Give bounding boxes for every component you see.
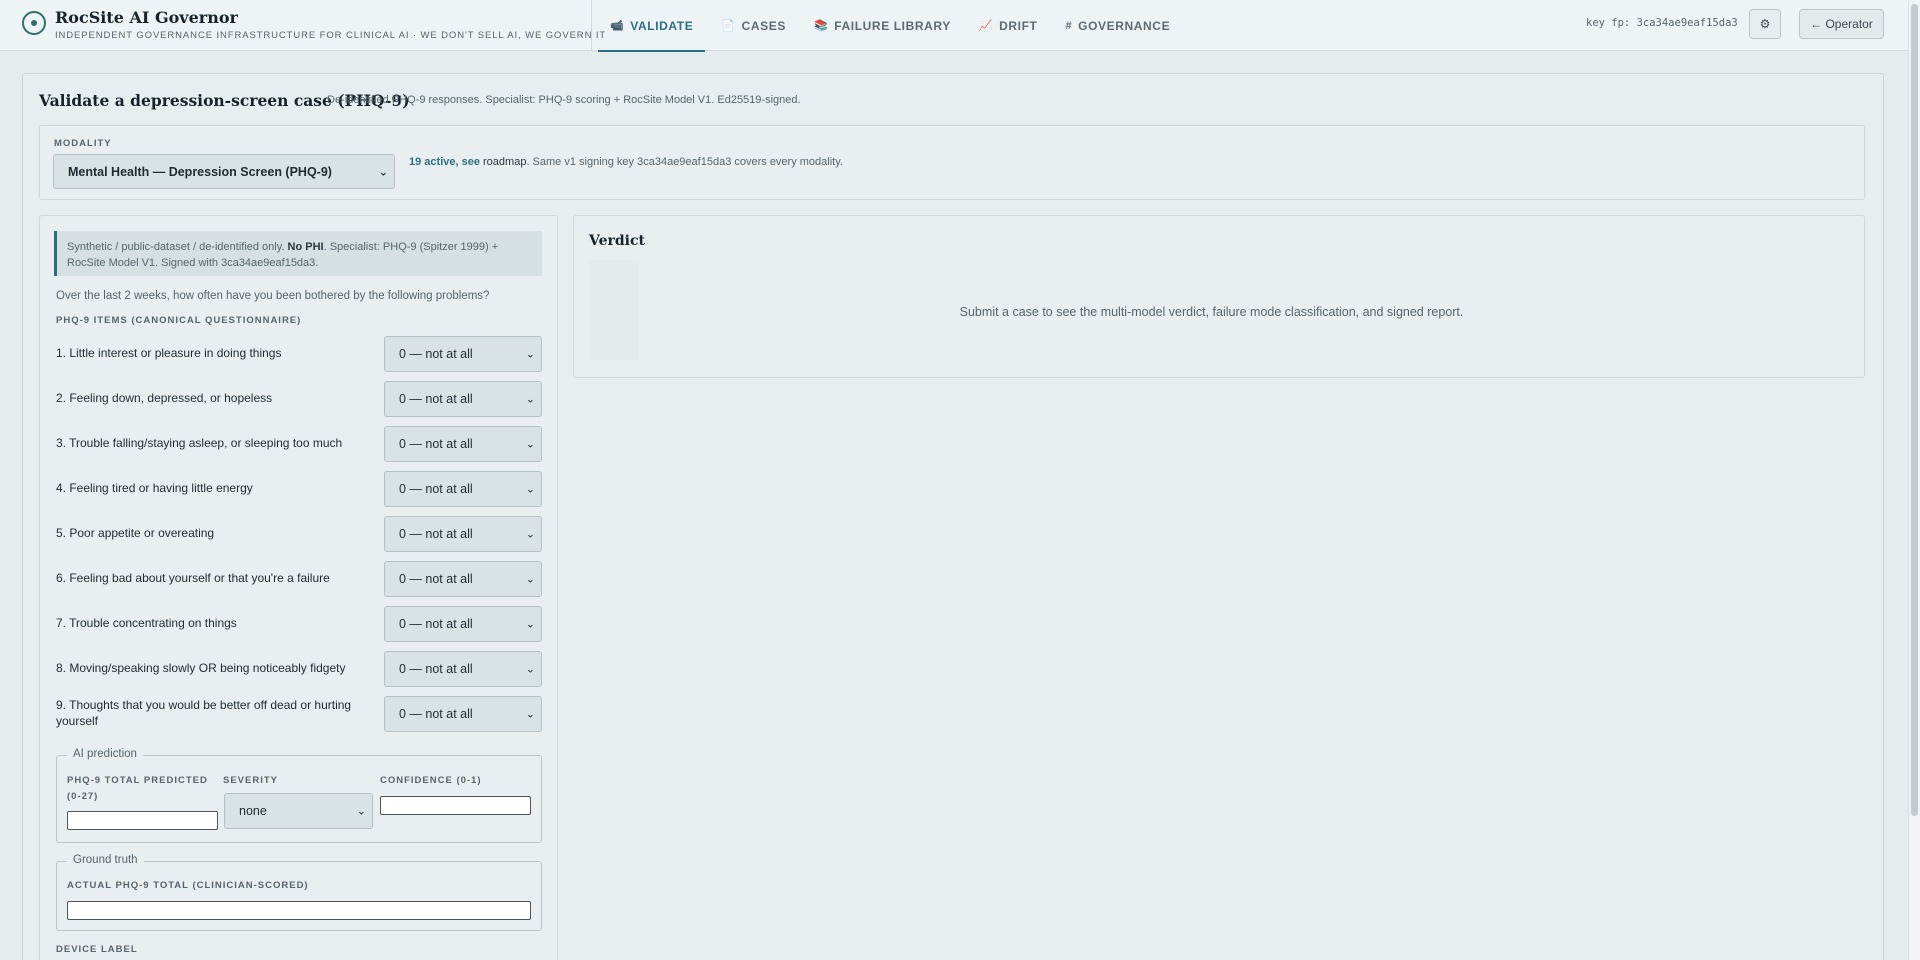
phi-notice: Synthetic / public-dataset / de-identifi… bbox=[54, 231, 542, 276]
item-5-label: 5. Poor appetite or overeating bbox=[56, 526, 215, 540]
tab-label: DRIFT bbox=[999, 18, 1038, 33]
severity-label: SEVERITY bbox=[223, 775, 278, 786]
gear-icon: ⚙ bbox=[1759, 17, 1771, 31]
active-count: 19 active bbox=[409, 156, 456, 168]
item-1-select[interactable]: 0 — not at all ⌄ bbox=[384, 336, 542, 372]
tab-label: VALIDATE bbox=[630, 18, 694, 33]
severity-value: none bbox=[239, 804, 267, 818]
logo-icon bbox=[22, 11, 46, 35]
chevron-down-icon: ⌄ bbox=[525, 483, 535, 496]
chevron-down-icon: ⌄ bbox=[525, 618, 535, 631]
chevron-down-icon: ⌄ bbox=[378, 166, 388, 178]
notice-text: Synthetic / public-dataset / de-identifi… bbox=[67, 241, 288, 253]
item-4-select[interactable]: 0 — not at all ⌄ bbox=[384, 471, 542, 507]
items-label: PHQ-9 ITEMS (CANONICAL QUESTIONNAIRE) bbox=[56, 315, 302, 326]
actual-total-input[interactable] bbox=[67, 901, 531, 920]
ground-truth-fieldset bbox=[56, 861, 542, 931]
roadmap-link[interactable]: roadmap bbox=[483, 156, 526, 168]
confidence-input[interactable] bbox=[380, 796, 531, 815]
item-2-value: 0 — not at all bbox=[399, 392, 473, 406]
settings-button[interactable]: ⚙ bbox=[1749, 9, 1781, 39]
chevron-down-icon: ⌄ bbox=[525, 438, 535, 451]
item-1-label: 1. Little interest or pleasure in doing … bbox=[56, 346, 282, 360]
tab-governance[interactable]: # GOVERNANCE bbox=[1065, 0, 1170, 51]
item-2-select[interactable]: 0 — not at all ⌄ bbox=[384, 381, 542, 417]
item-6-select[interactable]: 0 — not at all ⌄ bbox=[384, 561, 542, 597]
predicted-total-input[interactable] bbox=[67, 811, 218, 830]
verdict-panel bbox=[573, 215, 1865, 378]
notice-bold: No PHI bbox=[287, 241, 324, 253]
item-9-select[interactable]: 0 — not at all ⌄ bbox=[384, 696, 542, 732]
tab-label: GOVERNANCE bbox=[1078, 18, 1171, 33]
item-2-label: 2. Feeling down, depressed, or hopeless bbox=[56, 391, 273, 405]
key-fingerprint: key fp: 3ca34ae9eaf15da3 bbox=[1586, 17, 1738, 29]
item-1-value: 0 — not at all bbox=[399, 347, 473, 361]
item-6-label: 6. Feeling bad about yourself or that yo… bbox=[56, 571, 330, 585]
header-divider bbox=[591, 0, 592, 51]
verdict-message: Submit a case to see the multi-model ver… bbox=[959, 305, 1464, 319]
predicted-total-label: PHQ-9 TOTAL PREDICTED (0-27) bbox=[67, 775, 208, 802]
item-7-select[interactable]: 0 — not at all ⌄ bbox=[384, 606, 542, 642]
item-9-label: 9. Thoughts that you would be better off… bbox=[56, 698, 352, 728]
item-9-value: 0 — not at all bbox=[399, 707, 473, 721]
item-5-select[interactable]: 0 — not at all ⌄ bbox=[384, 516, 542, 552]
tab-validate[interactable]: 📹 VALIDATE bbox=[597, 0, 706, 52]
confidence-label: CONFIDENCE (0-1) bbox=[380, 775, 482, 786]
question-prompt: Over the last 2 weeks, how often have yo… bbox=[56, 290, 490, 302]
chevron-down-icon: ⌄ bbox=[525, 663, 535, 676]
item-5-value: 0 — not at all bbox=[399, 527, 473, 541]
camera-icon: 📹 bbox=[610, 20, 625, 32]
page-subtitle: De-identified PHQ-9 responses. Specialis… bbox=[327, 94, 801, 106]
item-8-select[interactable]: 0 — not at all ⌄ bbox=[384, 651, 542, 687]
item-7-value: 0 — not at all bbox=[399, 617, 473, 631]
device-label: DEVICE LABEL bbox=[56, 944, 138, 955]
modality-note: 19 active, see roadmap. Same v1 signing … bbox=[409, 156, 843, 168]
modality-select[interactable]: Mental Health — Depression Screen (PHQ-9… bbox=[53, 154, 395, 189]
severity-select[interactable]: none ⌄ bbox=[224, 793, 373, 829]
scrollbar-thumb[interactable] bbox=[1911, 4, 1918, 816]
tab-label: CASES bbox=[741, 18, 786, 33]
tab-failure-library[interactable]: 📚 FAILURE LIBRARY bbox=[814, 0, 951, 51]
see-text: , see bbox=[455, 156, 480, 168]
tab-label: FAILURE LIBRARY bbox=[834, 18, 951, 33]
page-scrollbar[interactable] bbox=[1908, 0, 1920, 960]
chevron-down-icon: ⌄ bbox=[525, 393, 535, 406]
chevron-down-icon: ⌄ bbox=[525, 573, 535, 586]
tab-drift[interactable]: 📈 DRIFT bbox=[979, 0, 1038, 51]
chevron-down-icon: ⌄ bbox=[525, 708, 535, 721]
hash-icon: # bbox=[1065, 19, 1073, 32]
item-7-label: 7. Trouble concentrating on things bbox=[56, 616, 237, 630]
chevron-down-icon: ⌄ bbox=[356, 805, 366, 818]
ground-truth-legend: Ground truth bbox=[67, 854, 144, 866]
books-icon: 📚 bbox=[813, 20, 829, 32]
tab-cases[interactable]: 📄 CASES bbox=[721, 0, 786, 51]
operator-button[interactable]: ← Operator bbox=[1799, 9, 1884, 39]
ai-prediction-legend: AI prediction bbox=[67, 748, 143, 760]
item-4-label: 4. Feeling tired or having little energy bbox=[56, 481, 253, 495]
document-icon: 📄 bbox=[721, 20, 736, 32]
chart-up-icon: 📈 bbox=[978, 20, 994, 32]
item-6-value: 0 — not at all bbox=[399, 572, 473, 586]
item-8-value: 0 — not at all bbox=[399, 662, 473, 676]
chevron-down-icon: ⌄ bbox=[525, 528, 535, 541]
item-8-label: 8. Moving/speaking slowly OR being notic… bbox=[56, 661, 346, 675]
item-3-select[interactable]: 0 — not at all ⌄ bbox=[384, 426, 542, 462]
top-bar: RocSite AI Governor INDEPENDENT GOVERNAN… bbox=[0, 0, 1908, 52]
chevron-down-icon: ⌄ bbox=[525, 348, 535, 361]
modality-selected-value: Mental Health — Depression Screen (PHQ-9… bbox=[68, 164, 332, 179]
brand-title: RocSite AI Governor bbox=[55, 8, 238, 27]
brand-subtitle: INDEPENDENT GOVERNANCE INFRASTRUCTURE FO… bbox=[55, 30, 607, 41]
item-3-label: 3. Trouble falling/staying asleep, or sl… bbox=[56, 436, 343, 450]
item-4-value: 0 — not at all bbox=[399, 482, 473, 496]
modality-label: MODALITY bbox=[54, 138, 112, 149]
modality-note-text: . Same v1 signing key 3ca34ae9eaf15da3 c… bbox=[526, 156, 843, 168]
main-nav: 📹 VALIDATE 📄 CASES 📚 FAILURE LIBRARY 📈 D… bbox=[597, 0, 1198, 52]
verdict-title: Verdict bbox=[589, 233, 645, 249]
item-3-value: 0 — not at all bbox=[399, 437, 473, 451]
actual-total-label: ACTUAL PHQ-9 TOTAL (CLINICIAN-SCORED) bbox=[67, 880, 309, 891]
